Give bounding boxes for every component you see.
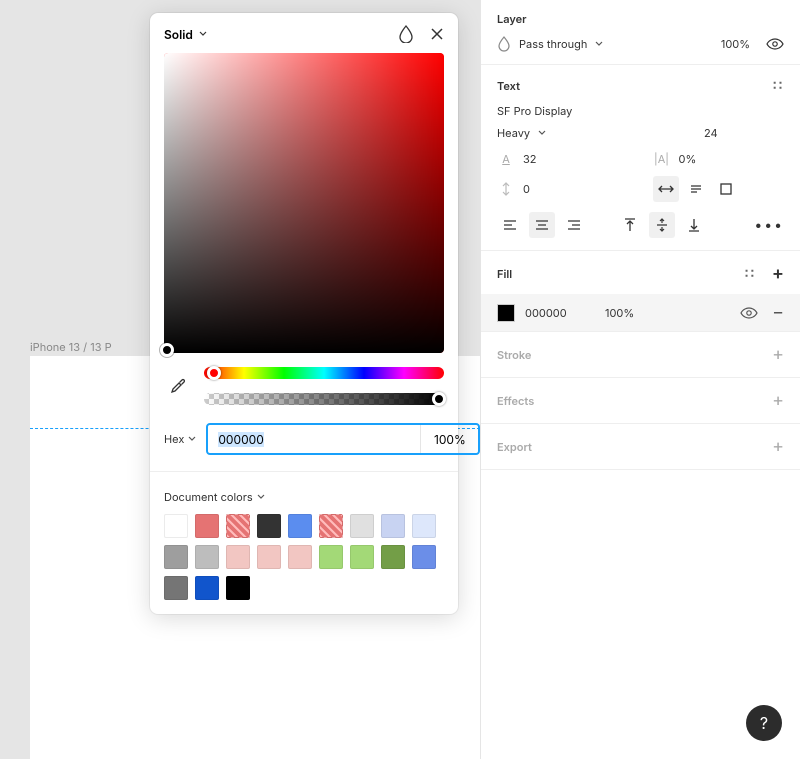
color-swatch[interactable] bbox=[164, 545, 188, 569]
text-section-title: Text bbox=[497, 79, 520, 93]
color-swatch[interactable] bbox=[195, 576, 219, 600]
layer-opacity-value[interactable]: 100% bbox=[721, 37, 750, 51]
color-swatch[interactable] bbox=[381, 514, 405, 538]
layer-section: Layer Pass through 100% bbox=[481, 0, 800, 65]
fill-row[interactable]: 000000 100% − bbox=[481, 294, 800, 331]
add-export-button[interactable]: + bbox=[772, 436, 784, 457]
close-icon[interactable] bbox=[430, 27, 444, 41]
blend-mode-icon[interactable] bbox=[398, 25, 414, 43]
add-stroke-button[interactable]: + bbox=[772, 344, 784, 365]
color-swatch[interactable] bbox=[288, 545, 312, 569]
paragraph-spacing-input[interactable]: 0 bbox=[523, 182, 530, 196]
auto-width-icon[interactable] bbox=[653, 176, 679, 202]
auto-height-icon[interactable] bbox=[683, 176, 709, 202]
color-swatch[interactable] bbox=[350, 545, 374, 569]
fill-section-title: Fill bbox=[497, 267, 512, 281]
color-swatch[interactable] bbox=[226, 545, 250, 569]
color-swatch[interactable] bbox=[257, 545, 281, 569]
effects-section-title: Effects bbox=[497, 394, 534, 408]
help-button[interactable]: ? bbox=[746, 705, 782, 741]
frame-label: iPhone 13 / 13 P bbox=[30, 340, 112, 354]
more-options-icon[interactable]: ••• bbox=[754, 217, 784, 234]
color-swatch[interactable] bbox=[226, 576, 250, 600]
font-weight-select[interactable]: Heavy bbox=[497, 126, 530, 140]
layer-section-title: Layer bbox=[497, 12, 527, 26]
color-swatch[interactable] bbox=[226, 514, 250, 538]
add-effect-button[interactable]: + bbox=[772, 390, 784, 411]
color-swatch[interactable] bbox=[195, 545, 219, 569]
chevron-down-icon[interactable] bbox=[199, 31, 207, 37]
style-icon[interactable]: ∷ bbox=[773, 77, 784, 94]
chevron-down-icon[interactable] bbox=[595, 41, 603, 47]
letter-spacing-icon: |A| bbox=[653, 150, 671, 168]
opacity-input[interactable] bbox=[420, 425, 478, 453]
eyedropper-button[interactable] bbox=[164, 377, 192, 395]
hex-input[interactable] bbox=[208, 425, 420, 453]
stroke-section[interactable]: Stroke + bbox=[481, 332, 800, 378]
text-section: Text ∷ SF Pro Display Heavy 24 A 32 |A| … bbox=[481, 65, 800, 251]
eye-icon[interactable] bbox=[766, 38, 784, 50]
color-swatch[interactable] bbox=[412, 545, 436, 569]
saturation-value-picker[interactable] bbox=[164, 53, 444, 353]
fill-color-swatch[interactable] bbox=[497, 304, 515, 322]
color-format-label[interactable]: Hex bbox=[164, 432, 184, 446]
style-icon[interactable]: ∷ bbox=[745, 265, 756, 282]
fill-opacity-value[interactable]: 100% bbox=[605, 306, 655, 320]
color-swatch[interactable] bbox=[319, 514, 343, 538]
document-colors-label[interactable]: Document colors bbox=[164, 490, 253, 504]
export-section[interactable]: Export + bbox=[481, 424, 800, 470]
document-swatches bbox=[150, 512, 458, 600]
fixed-size-icon[interactable] bbox=[713, 176, 739, 202]
color-picker-popover: Solid bbox=[150, 13, 458, 614]
alpha-thumb[interactable] bbox=[432, 392, 446, 406]
add-fill-button[interactable]: + bbox=[772, 263, 784, 284]
color-swatch[interactable] bbox=[164, 576, 188, 600]
letter-spacing-input[interactable]: 0% bbox=[679, 152, 697, 166]
line-height-icon: A bbox=[497, 150, 515, 168]
chevron-down-icon[interactable] bbox=[188, 436, 196, 442]
align-bottom-icon[interactable] bbox=[681, 212, 707, 238]
align-center-icon[interactable] bbox=[529, 212, 555, 238]
effects-section[interactable]: Effects + bbox=[481, 378, 800, 424]
stroke-section-title: Stroke bbox=[497, 348, 531, 362]
color-swatch[interactable] bbox=[381, 545, 405, 569]
properties-panel: Layer Pass through 100% Text ∷ bbox=[480, 0, 800, 759]
color-mode-select[interactable]: Solid bbox=[164, 27, 193, 42]
hue-thumb[interactable] bbox=[207, 366, 221, 380]
sv-cursor[interactable] bbox=[160, 343, 174, 357]
font-size-input[interactable]: 24 bbox=[704, 126, 784, 140]
fill-section: Fill ∷ + 000000 100% − bbox=[481, 251, 800, 332]
align-top-icon[interactable] bbox=[617, 212, 643, 238]
color-swatch[interactable] bbox=[195, 514, 219, 538]
color-swatch[interactable] bbox=[257, 514, 281, 538]
align-middle-icon[interactable] bbox=[649, 212, 675, 238]
line-height-input[interactable]: 32 bbox=[523, 152, 537, 166]
blend-mode-icon[interactable] bbox=[497, 36, 511, 52]
hue-slider[interactable] bbox=[204, 367, 444, 379]
color-swatch[interactable] bbox=[164, 514, 188, 538]
chevron-down-icon[interactable] bbox=[538, 130, 546, 136]
eye-icon[interactable] bbox=[740, 307, 758, 319]
blend-mode-select[interactable]: Pass through bbox=[519, 37, 587, 51]
align-left-icon[interactable] bbox=[497, 212, 523, 238]
export-section-title: Export bbox=[497, 440, 532, 454]
align-right-icon[interactable] bbox=[561, 212, 587, 238]
color-swatch[interactable] bbox=[412, 514, 436, 538]
color-swatch[interactable] bbox=[350, 514, 374, 538]
paragraph-spacing-icon bbox=[497, 180, 515, 198]
color-swatch[interactable] bbox=[319, 545, 343, 569]
alpha-slider[interactable] bbox=[204, 393, 444, 405]
chevron-down-icon[interactable] bbox=[257, 494, 265, 500]
font-family-select[interactable]: SF Pro Display bbox=[497, 104, 784, 118]
color-swatch[interactable] bbox=[288, 514, 312, 538]
remove-fill-button[interactable]: − bbox=[772, 302, 784, 323]
fill-hex-value[interactable]: 000000 bbox=[525, 306, 595, 320]
